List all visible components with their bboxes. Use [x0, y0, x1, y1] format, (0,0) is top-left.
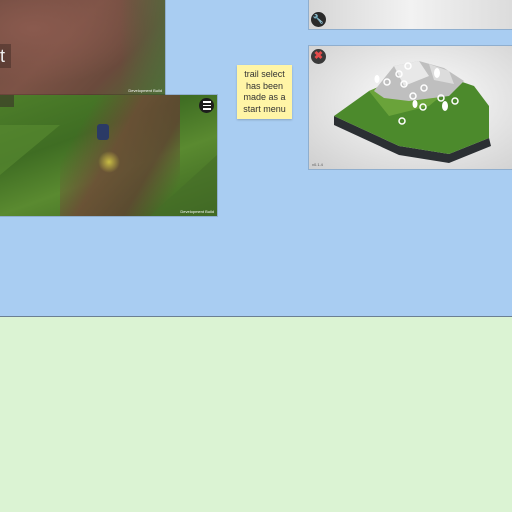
- corner-hud: [0, 95, 14, 107]
- hamburger-menu-icon[interactable]: [199, 98, 214, 113]
- trail-marker-glow: [98, 151, 120, 173]
- screenshot-gameplay[interactable]: Development Build: [0, 95, 217, 216]
- sticky-note-text: trail select has been made as a start me…: [243, 69, 286, 114]
- island-map-graphic: [334, 61, 491, 163]
- close-icon[interactable]: ✖: [311, 49, 326, 64]
- partial-menu-text: t: [0, 44, 12, 68]
- sticky-note[interactable]: trail select has been made as a start me…: [237, 65, 292, 119]
- screenshot-cliff-view[interactable]: t Development Build: [0, 0, 165, 95]
- player-character: [97, 124, 109, 140]
- screenshot-island-map[interactable]: ✖ v0.1.4: [309, 46, 512, 169]
- whiteboard-canvas: t Development Build Development Build tr…: [0, 0, 512, 316]
- screenshot-top-right[interactable]: 🔧: [309, 0, 512, 29]
- version-label: v0.1.4: [312, 162, 323, 167]
- wrench-icon[interactable]: 🔧: [311, 12, 326, 27]
- development-build-label: Development Build: [128, 88, 162, 93]
- lower-board-area: [0, 317, 512, 512]
- development-build-label: Development Build: [180, 209, 214, 214]
